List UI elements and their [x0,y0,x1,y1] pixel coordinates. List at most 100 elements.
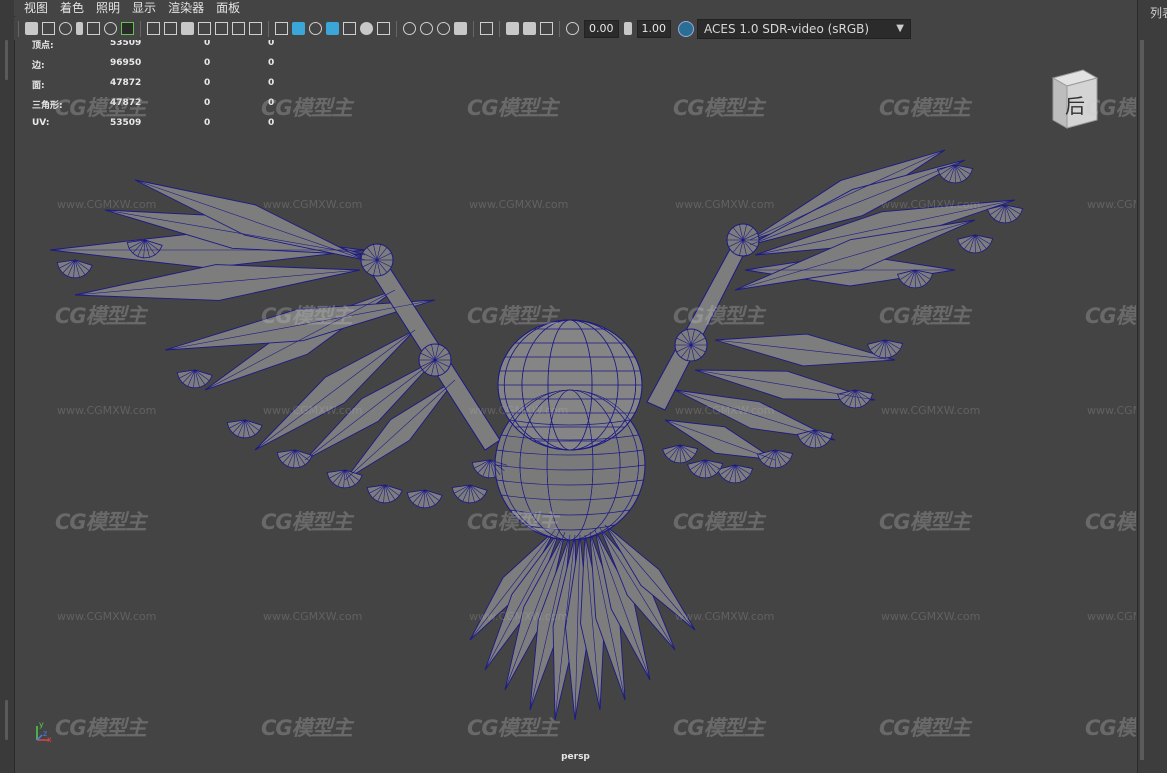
use-all-lights-icon[interactable] [360,22,373,35]
safe-action-icon[interactable] [232,22,245,35]
panel-grip[interactable] [5,700,8,740]
bookmark-icon[interactable] [76,22,83,35]
gamma-field[interactable]: 1.00 [636,19,671,38]
watermark-logo: CG模型主 [467,96,559,120]
xray-active-components-icon[interactable] [523,22,536,35]
bookmark-camera-icon[interactable] [59,22,72,35]
watermark-logo: CG模型主 [879,96,971,120]
camera-label: persp [561,752,590,762]
toolbar-separator [140,20,141,37]
2d-pan-zoom-icon[interactable] [104,22,117,35]
hud-value: 0 [204,98,211,108]
screen-space-ao-icon[interactable] [403,22,416,35]
view-transform-dropdown[interactable]: ACES 1.0 SDR-video (sRGB) ▼ [697,18,911,39]
camera-attributes-icon[interactable] [42,22,55,35]
hud-row-edges: 边: 96950 0 0 [32,58,292,78]
watermark-logo: CG模型主 [55,96,147,120]
hud-value: 0 [204,118,211,128]
gate-mask-icon[interactable] [198,22,211,35]
toolbar-separator [499,20,500,37]
watermark-logo: CG模型主 [673,716,765,740]
panel-toolbar: 0.00 1.00 ACES 1.0 SDR-video (sRGB) ▼ [14,17,1137,40]
watermark-logo: CG模型主 [261,96,353,120]
watermark-logo: CG模型主 [673,304,765,328]
view-cube-face-label: 后 [1065,94,1085,118]
image-plane-icon[interactable] [87,22,100,35]
hud-row-vertices: 顶点: 53509 0 0 [32,40,292,58]
panel-scrollbar[interactable] [1140,40,1144,760]
grid-icon[interactable] [147,22,160,35]
watermark-url: www.CGMXW.com [881,198,981,211]
hud-value: 0 [268,78,275,88]
grease-pencil-icon[interactable] [121,22,134,35]
menu-renderer[interactable]: 渲染器 [168,0,204,16]
hud-label: 面: [32,81,45,91]
shadows-icon[interactable] [377,22,390,35]
persp-viewport[interactable]: 顶点: 53509 0 0 边: 96950 0 0 面: 47872 0 0 … [15,40,1136,770]
xray-icon[interactable] [506,22,519,35]
axis-x-label: x [47,735,52,744]
color-management-icon[interactable] [678,20,694,37]
left-toolbox [0,0,15,773]
motion-blur-icon[interactable] [420,22,433,35]
view-transform-value: ACES 1.0 SDR-video (sRGB) [704,21,870,36]
wireframe-on-shaded-icon[interactable] [326,22,339,35]
wireframe-icon[interactable] [275,22,288,35]
watermark-url: www.CGMXW.com [57,198,157,211]
smooth-shade-icon[interactable] [292,22,305,35]
camera-icon[interactable] [25,22,38,35]
default-material-icon[interactable] [309,22,322,35]
hud-value: 0 [268,58,275,68]
toolbar-separator [18,20,19,37]
hud-value: 47872 [110,78,142,88]
watermark-logo: CG模型主 [261,304,353,328]
xray-joints-icon[interactable] [540,22,553,35]
hud-value: 0 [268,40,275,48]
exposure-icon[interactable] [566,22,579,35]
outliner-panel: 列表 [1137,0,1167,773]
menu-show[interactable]: 显示 [132,0,156,16]
chevron-down-icon: ▼ [896,22,904,34]
multisample-aa-icon[interactable] [437,22,450,35]
axis-indicator: y z x [33,720,53,744]
toolbar-separator [559,20,560,37]
watermark-logo: CG模型主 [879,304,971,328]
watermark-url: www.CGMXW.com [57,404,157,417]
hud-value: 0 [204,58,211,68]
film-gate-icon[interactable] [164,22,177,35]
hud-label: 边: [32,61,45,71]
watermark-url: www.CGMXW.com [469,198,569,211]
isolate-select-icon[interactable] [480,22,493,35]
watermark-url: www.CGMXW.com [675,610,775,623]
watermark-url: www.CGMXW.com [1087,404,1136,417]
menu-shading[interactable]: 着色 [60,0,84,16]
watermark-url: www.CGMXW.com [263,198,363,211]
watermark-logo: CG模型主 [879,716,971,740]
toolbar-separator [268,20,269,37]
field-chart-icon[interactable] [215,22,228,35]
watermark-logo: CG模型主 [467,304,559,328]
menu-lighting[interactable]: 照明 [96,0,120,16]
watermark-url: www.CGMXW.com [1087,610,1136,623]
watermark-logo: CG模型主 [55,304,147,328]
watermark-url: www.CGMXW.com [57,610,157,623]
safe-title-icon[interactable] [249,22,262,35]
textured-icon[interactable] [343,22,356,35]
exposure-field[interactable]: 0.00 [584,19,619,38]
depth-of-field-icon[interactable] [454,22,467,35]
resolution-gate-icon[interactable] [181,22,194,35]
toolbar-separator [396,20,397,37]
menu-view[interactable]: 视图 [24,0,48,16]
menu-panels[interactable]: 面板 [216,0,240,16]
panel-grip[interactable] [5,40,8,80]
gamma-icon[interactable] [623,22,632,35]
watermark-url: www.CGMXW.com [469,610,569,623]
heads-up-display: 顶点: 53509 0 0 边: 96950 0 0 面: 47872 0 0 … [32,40,292,138]
hud-label: UV: [32,118,50,128]
toolbar-separator [473,20,474,37]
watermark-logo: CG模型主 [467,510,559,534]
watermark-url: www.CGMXW.com [675,198,775,211]
watermark-logo: CG模型主 [261,510,353,534]
watermark-url: www.CGMXW.com [675,404,775,417]
hud-value: 53509 [110,40,142,48]
